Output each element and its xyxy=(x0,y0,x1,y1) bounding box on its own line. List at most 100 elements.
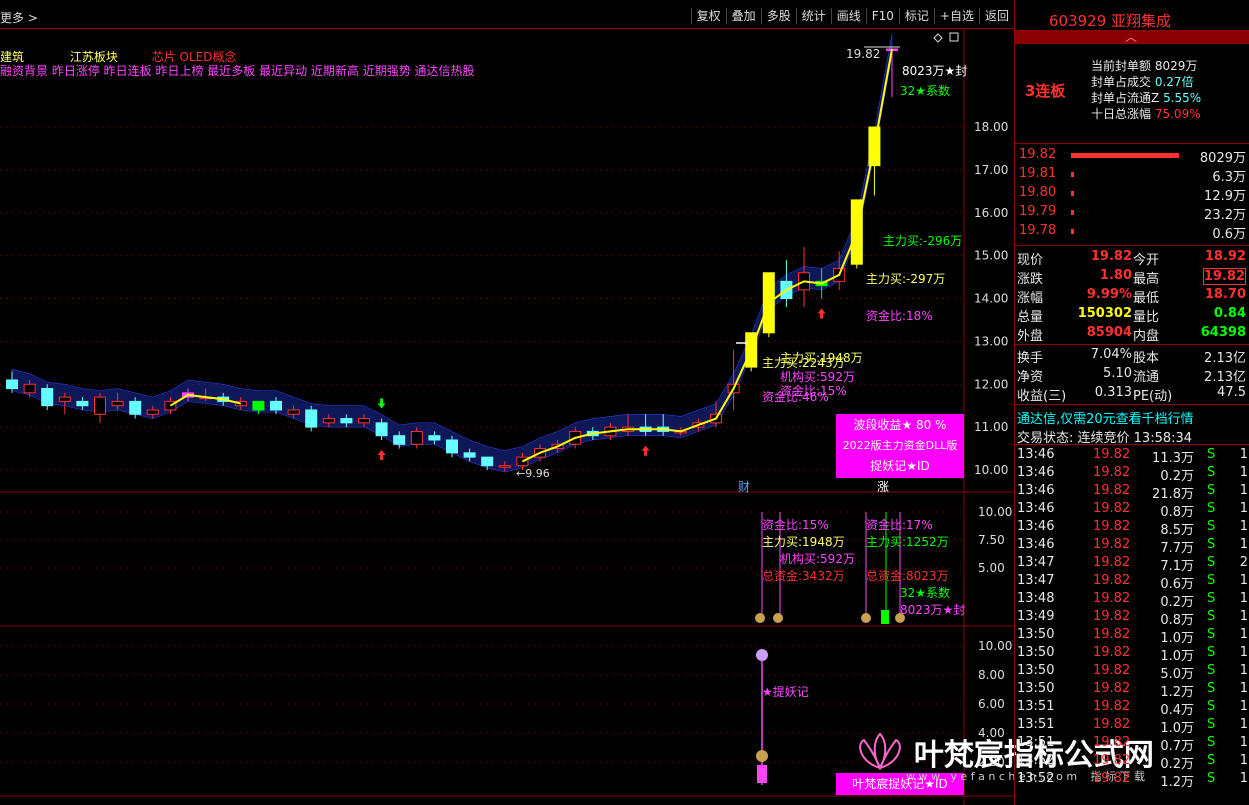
tick-row[interactable]: 13:52 19.82 0.2万 S 1 xyxy=(1015,753,1249,772)
zhang-marker: 涨 xyxy=(877,480,890,494)
candle-body-8 xyxy=(146,409,159,415)
tick-row[interactable]: 13:51 19.82 1.0万 S 1 xyxy=(1015,717,1249,736)
tick-count: 1 xyxy=(1239,663,1248,678)
quote-value-2: 0.84 xyxy=(1213,306,1246,321)
fund-row: 收益(三) 0.313 PE(动) 47.5 xyxy=(1015,385,1249,404)
tick-count: 1 xyxy=(1239,681,1248,696)
fund-value: 7.04% xyxy=(1090,347,1132,362)
quote-row: 涨跌 1.80 最高 19.82 xyxy=(1015,268,1249,287)
tick-row[interactable]: 13:50 19.82 1.0万 S 1 xyxy=(1015,627,1249,646)
candle-body-29 xyxy=(516,456,529,467)
order-price: 19.78 xyxy=(1019,223,1057,238)
tick-row[interactable]: 13:51 19.82 0.7万 S 1 xyxy=(1015,735,1249,754)
stock-name: 亚翔集成 xyxy=(1111,12,1172,30)
quote-value: 9.99% xyxy=(1086,287,1132,302)
quote-label: 现价 xyxy=(1017,253,1044,268)
toolbar-button-8[interactable]: 返回 xyxy=(978,8,1014,24)
candle-body-28 xyxy=(498,465,511,468)
tick-count: 1 xyxy=(1239,699,1248,714)
seal-info: 当前封单额 8029万 封单占成交 0.27倍 封单占流通Z 5.55% 十日总… xyxy=(1091,58,1201,122)
quote-value: 85904 xyxy=(1086,325,1132,340)
order-price: 19.79 xyxy=(1019,204,1057,219)
toolbar-button-6[interactable]: 标记 xyxy=(898,8,934,24)
fund-row: 净资 5.10 流通 2.13亿 xyxy=(1015,366,1249,385)
tick-row[interactable]: 13:52 19.82 1.2万 S 1 xyxy=(1015,771,1249,790)
wave-profit-box[interactable]: 波段收益★ 80 % 2022版主力资金DLL版 捉妖记★ID xyxy=(836,414,964,478)
tick-row[interactable]: 13:46 19.82 0.8万 S 1 xyxy=(1015,501,1249,520)
tick-row[interactable]: 13:48 19.82 0.2万 S 1 xyxy=(1015,591,1249,610)
order-book-row[interactable]: 19.80 12.9万 xyxy=(1015,185,1249,204)
money-bag-icon-bottom xyxy=(756,750,768,762)
tick-volume: 1.0万 xyxy=(1160,649,1194,664)
fund-label-2: 股本 xyxy=(1133,351,1160,366)
quote-row: 涨幅 9.99% 最低 18.70 xyxy=(1015,287,1249,306)
tick-side: S xyxy=(1207,537,1216,552)
order-book-row[interactable]: 19.82 8029万 xyxy=(1015,147,1249,166)
tick-volume: 7.7万 xyxy=(1160,541,1194,556)
stock-code: 603929 xyxy=(1049,12,1107,30)
tick-row[interactable]: 13:46 19.82 21.8万 S 1 xyxy=(1015,483,1249,502)
tick-volume: 0.4万 xyxy=(1160,703,1194,718)
toolbar-button-0[interactable]: 复权 xyxy=(690,8,726,24)
y-axis-main: 18.00 17.00 16.00 15.00 14.00 13.00 12.00 11.00… xyxy=(974,120,1008,477)
toolbar-button-3[interactable]: 统计 xyxy=(795,8,831,24)
tick-price: 19.82 xyxy=(1093,465,1131,480)
tick-count: 1 xyxy=(1239,591,1248,606)
toolbar-button-7[interactable]: +自选 xyxy=(933,8,979,24)
candle-body-0 xyxy=(6,379,18,390)
tick-volume: 0.8万 xyxy=(1160,613,1194,628)
tick-row[interactable]: 13:46 19.82 8.5万 S 1 xyxy=(1015,519,1249,538)
tick-side: S xyxy=(1207,501,1216,516)
money-bag-icon-0 xyxy=(755,613,765,623)
candle-body-14 xyxy=(252,400,265,411)
collapse-bar[interactable]: ︿ xyxy=(1015,30,1249,44)
tick-row[interactable]: 13:47 19.82 0.6万 S 1 xyxy=(1015,573,1249,592)
tick-row[interactable]: 13:50 19.82 1.0万 S 1 xyxy=(1015,645,1249,664)
ten-day-value: 75.09% xyxy=(1154,107,1201,121)
tick-price: 19.82 xyxy=(1093,609,1131,624)
quote-row: 现价 19.82 今开 18.92 xyxy=(1015,249,1249,268)
order-book-row[interactable]: 19.79 23.2万 xyxy=(1015,204,1249,223)
order-book-row[interactable]: 19.78 0.6万 xyxy=(1015,223,1249,242)
tick-count: 1 xyxy=(1239,483,1248,498)
tick-row[interactable]: 13:46 19.82 11.3万 S 1 xyxy=(1015,447,1249,466)
order-book-row[interactable]: 19.81 6.3万 xyxy=(1015,166,1249,185)
tick-row[interactable]: 13:50 19.82 5.0万 S 1 xyxy=(1015,663,1249,682)
main-buy-label-1: 主力买:-296万 xyxy=(883,234,963,248)
promo-link[interactable]: 通达信,仅需20元查看千档行情 xyxy=(1017,408,1194,427)
tick-time: 13:46 xyxy=(1017,447,1055,462)
toolbar-buttons: 复权 叠加 多股 统计 画线 F10 标记 +自选 返回 xyxy=(690,8,1014,24)
buy-arrow-1 xyxy=(641,445,650,456)
y-tick-bot-1: 8.00 xyxy=(978,668,1005,682)
money-bag-icon-2 xyxy=(861,613,871,623)
tick-row[interactable]: 13:50 19.82 1.2万 S 1 xyxy=(1015,681,1249,700)
tick-row[interactable]: 13:51 19.82 0.4万 S 1 xyxy=(1015,699,1249,718)
chevron-up-icon[interactable]: ︿ xyxy=(1125,28,1137,45)
tick-side: S xyxy=(1207,609,1216,624)
y-tick-main-1: 17.00 xyxy=(974,163,1008,177)
tick-row[interactable]: 13:49 19.82 0.8万 S 1 xyxy=(1015,609,1249,628)
tick-side: S xyxy=(1207,573,1216,588)
high-price-label: 19.82 xyxy=(846,47,881,61)
quote-label-2: 量比 xyxy=(1133,310,1160,325)
toolbar-button-4[interactable]: 画线 xyxy=(830,8,866,24)
tick-count: 1 xyxy=(1239,645,1248,660)
toolbar-button-5[interactable]: F10 xyxy=(865,8,899,24)
tick-price: 19.82 xyxy=(1093,753,1131,768)
tick-side: S xyxy=(1207,645,1216,660)
tick-count: 2 xyxy=(1239,555,1248,570)
toolbar-button-1[interactable]: 叠加 xyxy=(725,8,761,24)
tick-price: 19.82 xyxy=(1093,573,1131,588)
order-volume: 8029万 xyxy=(1199,151,1246,166)
tick-time: 13:52 xyxy=(1017,753,1055,768)
tick-row[interactable]: 13:46 19.82 0.2万 S 1 xyxy=(1015,465,1249,484)
toolbar-button-2[interactable]: 多股 xyxy=(760,8,796,24)
more-button[interactable]: 更多 > xyxy=(0,9,38,26)
tick-row[interactable]: 13:46 19.82 7.7万 S 1 xyxy=(1015,537,1249,556)
candle-body-6 xyxy=(111,400,124,407)
tick-volume: 0.2万 xyxy=(1160,469,1194,484)
tick-row[interactable]: 13:47 19.82 7.1万 S 2 xyxy=(1015,555,1249,574)
tags-row-2: 融资背景 昨日涨停 昨日连板 昨日上榜 最近多板 最近异动 近期新高 近期强势 … xyxy=(0,64,475,78)
tick-price: 19.82 xyxy=(1093,699,1131,714)
tick-price: 19.82 xyxy=(1093,717,1131,732)
